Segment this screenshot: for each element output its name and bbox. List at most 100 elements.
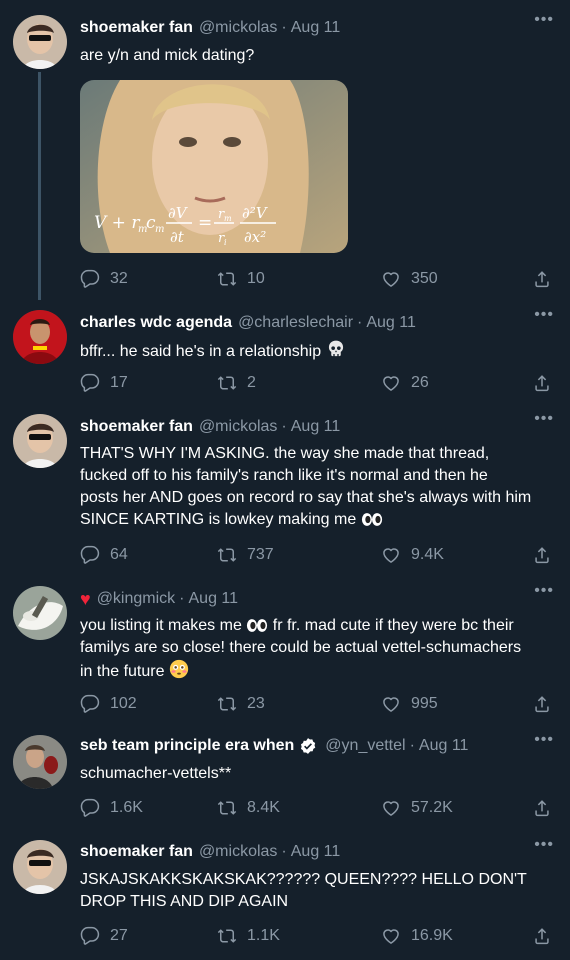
tweet[interactable]: shoemaker fan @mickolas · Aug 11 ••• THA… [0, 410, 570, 574]
eyes-emoji-icon [361, 512, 383, 527]
retweet-button[interactable]: 1.1K [217, 926, 280, 946]
retweet-button[interactable]: 8.4K [217, 798, 280, 818]
timestamp[interactable]: Aug 11 [189, 590, 239, 608]
reply-icon [80, 926, 100, 946]
more-options-icon[interactable]: ••• [534, 11, 554, 29]
share-button[interactable] [532, 926, 552, 946]
username[interactable]: @mickolas [199, 19, 277, 37]
avatar[interactable] [13, 840, 67, 894]
display-name[interactable]: shoemaker fan [80, 843, 193, 861]
flushed-emoji-icon [169, 659, 189, 679]
more-options-icon[interactable]: ••• [534, 582, 554, 600]
retweet-icon [217, 798, 237, 818]
like-button[interactable]: 57.2K [381, 798, 453, 818]
tweet-text-content: bffr... he said he's in a relationship [80, 343, 322, 360]
separator-dot: · [179, 590, 185, 607]
reply-button[interactable]: 1.6K [80, 798, 143, 818]
username[interactable]: @yn_vettel [325, 737, 405, 755]
avatar[interactable] [13, 15, 67, 69]
retweet-count: 1.1K [247, 927, 280, 944]
avatar[interactable] [13, 586, 67, 640]
tweet-header: shoemaker fan @mickolas · Aug 11 [80, 416, 340, 438]
tweet-actions: 27 1.1K 16.9K [80, 926, 556, 948]
timestamp[interactable]: Aug 11 [419, 737, 469, 755]
display-name[interactable]: seb team principle era when [80, 737, 294, 755]
svg-text:m: m [155, 224, 164, 235]
tweet-text: schumacher-vettels** [80, 765, 232, 782]
heart-emoji-icon: ♥ [80, 588, 91, 609]
more-options-icon[interactable]: ••• [534, 306, 554, 324]
heart-icon [381, 926, 401, 946]
tweet-header: charles wdc agenda @charleslechair · Aug… [80, 312, 416, 334]
tweet-header: ♥ @kingmick · Aug 11 [80, 588, 238, 610]
display-name[interactable]: shoemaker fan [80, 19, 193, 37]
share-button[interactable] [532, 798, 552, 818]
tweet-actions: 64 737 9.4K [80, 545, 556, 567]
tweet[interactable]: shoemaker fan @mickolas · Aug 11 ••• are… [0, 11, 570, 300]
display-name[interactable]: shoemaker fan [80, 418, 193, 436]
retweet-button[interactable]: 10 [217, 269, 265, 289]
retweet-count: 737 [247, 546, 274, 563]
tweet[interactable]: seb team principle era when @yn_vettel ·… [0, 731, 570, 825]
share-icon [532, 694, 552, 714]
tweet-text-line: THAT'S WHY I'M ASKING. the way she made … [80, 445, 490, 462]
timestamp[interactable]: Aug 11 [291, 418, 341, 436]
tweet-actions: 17 2 26 [80, 373, 556, 395]
timestamp[interactable]: Aug 11 [291, 843, 341, 861]
share-button[interactable] [532, 694, 552, 714]
svg-text:=: = [198, 213, 212, 233]
username[interactable]: @charleslechair [238, 314, 353, 332]
tweet-actions: 102 23 995 [80, 694, 556, 716]
heart-icon [381, 373, 401, 393]
more-options-icon[interactable]: ••• [534, 410, 554, 428]
timestamp[interactable]: Aug 11 [366, 314, 416, 332]
reply-button[interactable]: 102 [80, 694, 137, 714]
tweet-header: shoemaker fan @mickolas · Aug 11 [80, 841, 340, 863]
share-icon [532, 373, 552, 393]
tweet[interactable]: charles wdc agenda @charleslechair · Aug… [0, 306, 570, 400]
retweet-button[interactable]: 23 [217, 694, 265, 714]
tweet[interactable]: ♥ @kingmick · Aug 11 ••• you listing it … [0, 582, 570, 716]
like-button[interactable]: 26 [381, 373, 429, 393]
like-button[interactable]: 995 [381, 694, 438, 714]
retweet-icon [217, 269, 237, 289]
more-options-icon[interactable]: ••• [534, 836, 554, 854]
tweet-media-image[interactable]: V + r m c m ∂V ∂t = r m r i ∂²V ∂x² [80, 80, 348, 253]
more-options-icon[interactable]: ••• [534, 731, 554, 749]
svg-text:∂²V: ∂²V [242, 204, 269, 222]
reply-button[interactable]: 27 [80, 926, 128, 946]
tweet-text-line: fucked off to his family's ranch like it… [80, 467, 488, 484]
share-icon [532, 926, 552, 946]
timestamp[interactable]: Aug 11 [291, 19, 341, 37]
like-count: 995 [411, 695, 438, 712]
retweet-count: 23 [247, 695, 265, 712]
tweet-text-line: SINCE KARTING is lowkey making me [80, 511, 357, 528]
tweet[interactable]: shoemaker fan @mickolas · Aug 11 ••• JSK… [0, 836, 570, 955]
like-button[interactable]: 9.4K [381, 545, 444, 565]
retweet-button[interactable]: 2 [217, 373, 256, 393]
like-button[interactable]: 350 [381, 269, 438, 289]
reply-button[interactable]: 64 [80, 545, 128, 565]
reply-button[interactable]: 32 [80, 269, 128, 289]
separator-dot: · [281, 843, 287, 860]
username[interactable]: @mickolas [199, 418, 277, 436]
avatar[interactable] [13, 735, 67, 789]
username[interactable]: @kingmick [97, 590, 175, 608]
avatar[interactable] [13, 310, 67, 364]
share-button[interactable] [532, 269, 552, 289]
share-button[interactable] [532, 545, 552, 565]
like-button[interactable]: 16.9K [381, 926, 453, 946]
username[interactable]: @mickolas [199, 843, 277, 861]
skull-emoji-icon [326, 339, 346, 359]
retweet-button[interactable]: 737 [217, 545, 274, 565]
avatar[interactable] [13, 414, 67, 468]
share-icon [532, 545, 552, 565]
svg-text:∂t: ∂t [170, 228, 185, 246]
svg-text:∂V: ∂V [168, 204, 189, 222]
display-name[interactable]: charles wdc agenda [80, 314, 232, 332]
reply-button[interactable]: 17 [80, 373, 128, 393]
tweet-text: are y/n and mick dating? [80, 47, 255, 64]
svg-text:∂x²: ∂x² [244, 228, 266, 246]
share-button[interactable] [532, 373, 552, 393]
verified-badge-icon [301, 738, 316, 754]
